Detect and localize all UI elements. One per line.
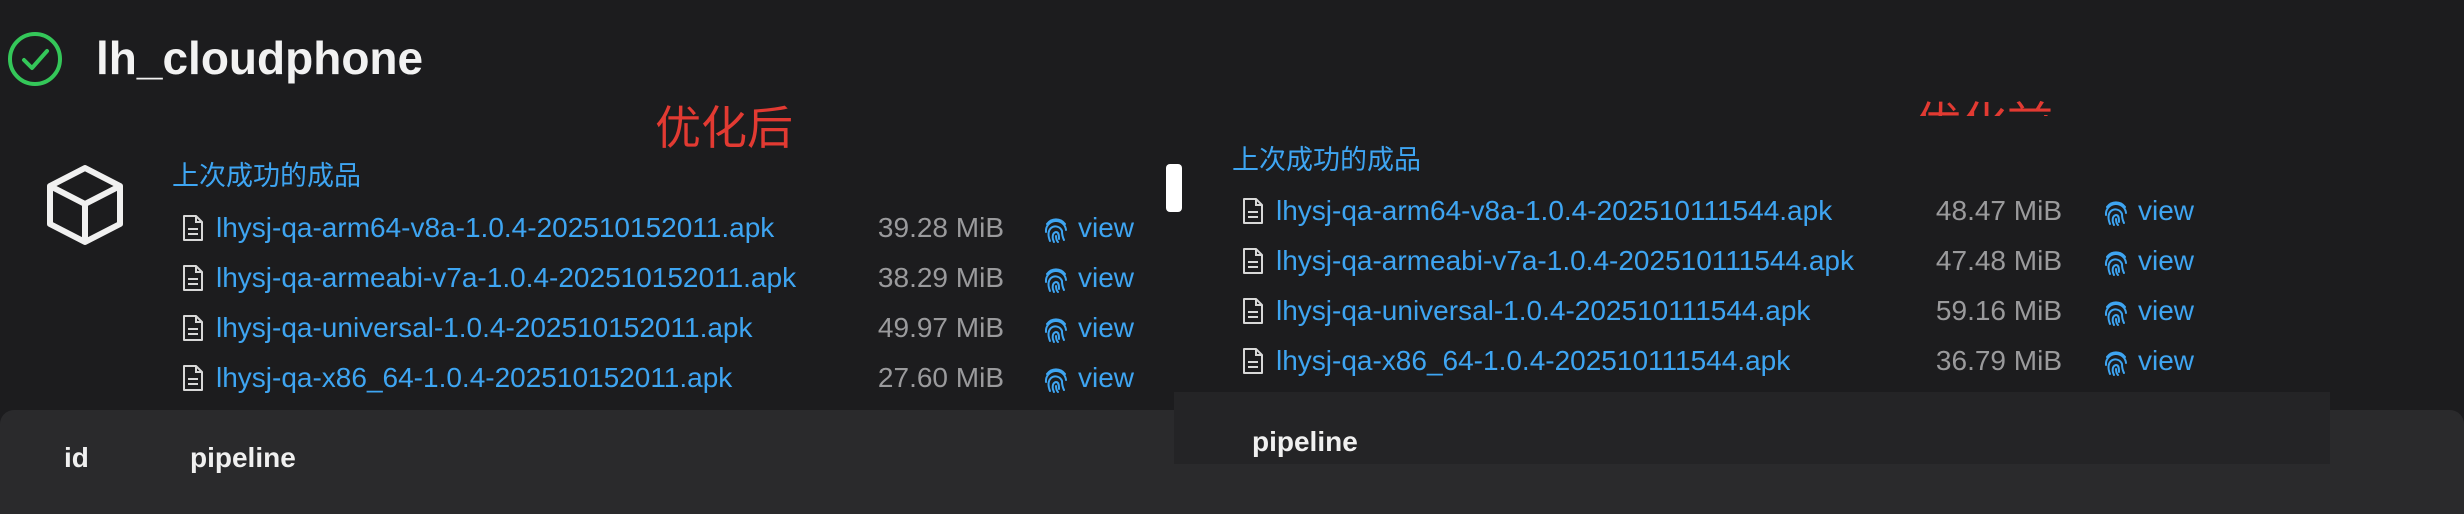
artifact-size: 36.79 MiB bbox=[1935, 345, 2062, 376]
package-icon-partial bbox=[1166, 164, 1182, 212]
artifact-row: lhysj-qa-universal-1.0.4-202510111544.ap… bbox=[1242, 287, 2218, 337]
artifact-name-link[interactable]: lhysj-qa-universal-1.0.4-202510111544.ap… bbox=[1276, 293, 1810, 329]
artifact-row: lhysj-qa-arm64-v8a-1.0.4-202510111544.ap… bbox=[1242, 187, 2218, 237]
artifact-row: lhysj-qa-x86_64-1.0.4-202510152011.apk 2… bbox=[182, 354, 1158, 404]
column-header-pipeline-before[interactable]: pipeline bbox=[1252, 424, 1358, 460]
column-header-id[interactable]: id bbox=[64, 440, 89, 476]
view-link[interactable]: view bbox=[2138, 193, 2194, 229]
fingerprint-icon[interactable] bbox=[1042, 264, 1070, 294]
artifact-size: 47.48 MiB bbox=[1935, 245, 2062, 276]
artifact-name-link[interactable]: lhysj-qa-arm64-v8a-1.0.4-202510111544.ap… bbox=[1276, 193, 1832, 229]
artifact-size: 38.29 MiB bbox=[877, 262, 1004, 293]
artifact-name-link[interactable]: lhysj-qa-x86_64-1.0.4-202510111544.apk bbox=[1276, 343, 1790, 379]
artifact-size: 59.16 MiB bbox=[1935, 295, 2062, 326]
artifact-size: 39.28 MiB bbox=[877, 212, 1004, 243]
artifact-name-link[interactable]: lhysj-qa-arm64-v8a-1.0.4-202510152011.ap… bbox=[216, 210, 774, 246]
view-link[interactable]: view bbox=[1078, 310, 1134, 346]
artifact-row: lhysj-qa-x86_64-1.0.4-202510111544.apk 3… bbox=[1242, 337, 2218, 387]
fingerprint-icon[interactable] bbox=[1042, 364, 1070, 394]
artifact-size: 49.97 MiB bbox=[877, 312, 1004, 343]
section-label-before: 上次成功的成品 bbox=[1232, 145, 1421, 176]
package-icon bbox=[47, 165, 123, 245]
artifact-row: lhysj-qa-arm64-v8a-1.0.4-202510152011.ap… bbox=[182, 204, 1158, 254]
file-icon bbox=[183, 265, 203, 291]
view-link[interactable]: view bbox=[1078, 210, 1134, 246]
file-icon bbox=[183, 215, 203, 241]
file-icon bbox=[1243, 198, 1263, 224]
file-icon bbox=[183, 315, 203, 341]
file-icon bbox=[1243, 348, 1263, 374]
view-link[interactable]: view bbox=[2138, 343, 2194, 379]
view-link[interactable]: view bbox=[2138, 243, 2194, 279]
section-label-after: 上次成功的成品 bbox=[172, 161, 361, 192]
artifact-row: lhysj-qa-armeabi-v7a-1.0.4-202510152011.… bbox=[182, 254, 1158, 304]
fingerprint-icon[interactable] bbox=[1042, 214, 1070, 244]
fingerprint-icon[interactable] bbox=[2102, 197, 2130, 227]
view-link[interactable]: view bbox=[1078, 360, 1134, 396]
check-circle-icon bbox=[8, 32, 62, 86]
file-icon bbox=[1243, 248, 1263, 274]
page-title: lh_cloudphone bbox=[96, 32, 424, 84]
file-icon bbox=[183, 365, 203, 391]
fingerprint-icon[interactable] bbox=[1042, 314, 1070, 344]
fingerprint-icon[interactable] bbox=[2102, 247, 2130, 277]
annotation-after: 优化后 bbox=[655, 101, 793, 155]
artifact-row: lhysj-qa-universal-1.0.4-202510152011.ap… bbox=[182, 304, 1158, 354]
artifact-name-link[interactable]: lhysj-qa-armeabi-v7a-1.0.4-202510152011.… bbox=[216, 260, 796, 296]
artifact-name-link[interactable]: lhysj-qa-x86_64-1.0.4-202510152011.apk bbox=[216, 360, 732, 396]
fingerprint-icon[interactable] bbox=[2102, 297, 2130, 327]
view-link[interactable]: view bbox=[1078, 260, 1134, 296]
view-link[interactable]: view bbox=[2138, 293, 2194, 329]
artifact-name-link[interactable]: lhysj-qa-armeabi-v7a-1.0.4-202510111544.… bbox=[1276, 243, 1854, 279]
artifact-size: 48.47 MiB bbox=[1935, 195, 2062, 226]
artifact-row: lhysj-qa-armeabi-v7a-1.0.4-202510111544.… bbox=[1242, 237, 2218, 287]
column-header-pipeline[interactable]: pipeline bbox=[190, 440, 296, 476]
file-icon bbox=[1243, 298, 1263, 324]
artifact-name-link[interactable]: lhysj-qa-universal-1.0.4-202510152011.ap… bbox=[216, 310, 753, 346]
fingerprint-icon[interactable] bbox=[2102, 347, 2130, 377]
artifact-size: 27.60 MiB bbox=[877, 362, 1004, 393]
